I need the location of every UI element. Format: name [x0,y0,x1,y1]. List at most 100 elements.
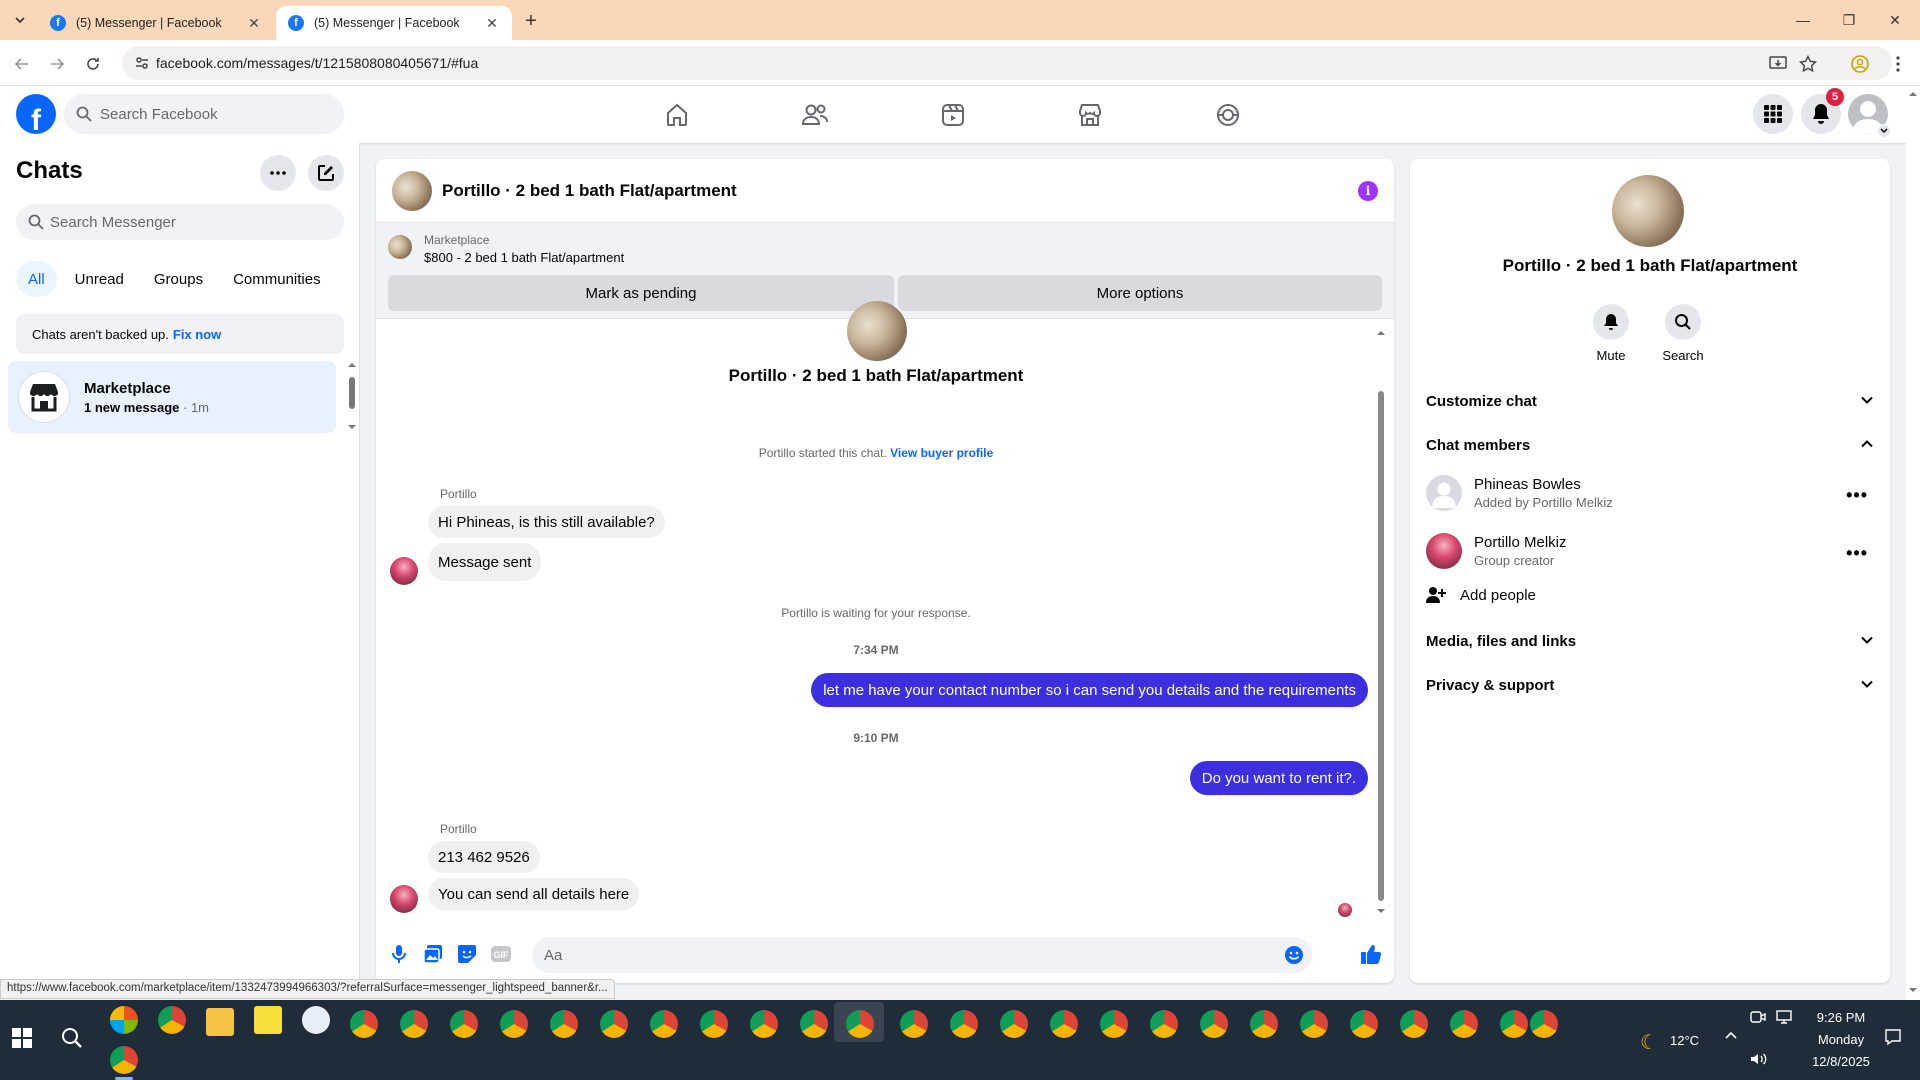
fix-now-link[interactable]: Fix now [173,327,221,342]
chrome-profile-icon[interactable] [500,1010,528,1038]
media-files-links-section[interactable]: Media, files and links [1426,621,1874,661]
copilot-app-icon[interactable] [110,1006,138,1034]
customize-chat-section[interactable]: Customize chat [1426,381,1874,421]
chrome-profile-icon[interactable] [700,1010,728,1038]
incoming-message[interactable]: Hi Phineas, is this still available? [428,506,665,538]
sticker-icon[interactable] [456,943,478,965]
chrome-profile-icon[interactable] [1050,1010,1078,1038]
chrome-profile-icon[interactable] [450,1010,478,1038]
member-options-icon[interactable]: ••• [1846,485,1868,506]
restore-icon[interactable]: ❐ [1826,6,1872,34]
member-row[interactable]: Portillo Melkiz Group creator ••• [1426,525,1874,577]
facebook-logo-icon[interactable]: f [16,94,56,134]
member-row[interactable]: Phineas Bowles Added by Portillo Melkiz … [1426,467,1874,519]
chrome-profile-icon[interactable] [110,1046,138,1074]
close-tab-icon[interactable]: ✕ [484,15,500,31]
listing-title[interactable]: $800 - 2 bed 1 bath Flat/apartment [424,250,624,265]
chrome-profile-icon[interactable] [1530,1010,1558,1038]
bookmark-star-icon[interactable] [1798,54,1818,74]
privacy-support-section[interactable]: Privacy & support [1426,665,1874,705]
file-explorer-icon[interactable] [206,1008,234,1036]
chrome-profile-icon[interactable] [1500,1010,1528,1038]
conversation-title[interactable]: Portillo · 2 bed 1 bath Flat/apartment [442,181,737,201]
clock-day[interactable]: Monday [1806,1032,1876,1047]
browser-menu-icon[interactable] [1888,54,1908,74]
chrome-profile-icon[interactable] [750,1010,778,1038]
clock-time[interactable]: 9:26 PM [1806,1010,1876,1025]
chrome-profile-icon[interactable] [800,1010,828,1038]
mute-button[interactable]: Mute [1576,304,1646,363]
reload-icon[interactable] [80,51,106,77]
windows-start-icon[interactable] [12,1028,32,1048]
outgoing-message[interactable]: Do you want to rent it?. [1189,761,1368,795]
tray-chevron-up-icon[interactable] [1724,1030,1738,1040]
meet-now-icon[interactable] [1750,1010,1766,1024]
filter-all[interactable]: All [16,261,57,297]
portillo-avatar[interactable] [390,885,418,913]
add-people-button[interactable]: Add people [1426,577,1536,613]
chat-members-section[interactable]: Chat members [1426,425,1874,465]
outgoing-message[interactable]: let me have your contact number so i can… [811,673,1368,707]
chat-options-button[interactable] [260,155,296,191]
new-message-button[interactable] [308,155,344,191]
marketplace-icon[interactable] [1075,100,1105,130]
clock-date[interactable]: 12/8/2025 [1806,1054,1876,1069]
chrome-profile-icon[interactable] [1200,1010,1228,1038]
menu-grid-icon[interactable] [1753,94,1793,134]
window-close-icon[interactable]: ✕ [1872,6,1918,34]
chrome-profile-icon[interactable] [650,1010,678,1038]
chrome-profile-icon-active[interactable] [846,1010,874,1038]
chrome-profile-icon[interactable] [1150,1010,1178,1038]
new-tab-icon[interactable]: + [520,10,542,32]
info-icon[interactable]: i [1358,181,1378,201]
portillo-avatar[interactable] [390,557,418,585]
tab-search-icon[interactable] [8,8,32,32]
microphone-icon[interactable] [388,943,410,965]
paint-app-icon[interactable] [302,1006,330,1034]
video-icon[interactable] [938,100,968,130]
conversation-scrollbar[interactable] [1376,327,1386,917]
chrome-profile-icon[interactable] [1000,1010,1028,1038]
chrome-profile-icon[interactable] [550,1010,578,1038]
home-icon[interactable] [662,100,692,130]
taskbar-search-icon[interactable] [60,1026,84,1050]
member-options-icon[interactable]: ••• [1846,543,1868,564]
listing-avatar[interactable] [392,170,432,211]
chat-list-scrollbar[interactable] [348,361,356,431]
install-app-icon[interactable] [1768,54,1788,74]
messenger-search-input[interactable]: Search Messenger [16,204,344,240]
profile-icon[interactable] [1850,54,1870,74]
page-scrollbar[interactable] [1906,86,1920,1000]
chrome-profile-icon[interactable] [1450,1010,1478,1038]
gaming-icon[interactable] [1213,100,1243,130]
mark-as-pending-button[interactable]: Mark as pending [388,275,894,311]
facebook-search-input[interactable]: Search Facebook [64,94,344,134]
network-icon[interactable] [1776,1010,1792,1024]
photo-icon[interactable] [422,943,444,965]
chrome-profile-icon[interactable] [900,1010,928,1038]
browser-tab-2-active[interactable]: f (5) Messenger | Facebook ✕ [276,6,512,40]
chrome-profile-icon[interactable] [600,1010,628,1038]
filter-communities[interactable]: Communities [221,261,333,297]
url-bar[interactable]: facebook.com/messages/t/1215808080405671… [122,46,1892,80]
weather-moon-icon[interactable]: ☾ [1640,1030,1658,1055]
thumbs-up-icon[interactable] [1358,941,1384,967]
view-buyer-profile-link[interactable]: View buyer profile [890,446,993,460]
friends-icon[interactable] [800,100,830,130]
site-info-icon[interactable] [134,55,150,71]
forward-icon[interactable] [44,51,70,77]
incoming-message[interactable]: Message sent [428,543,542,581]
minimize-icon[interactable]: — [1780,6,1826,34]
sticky-notes-icon[interactable] [254,1006,282,1034]
chat-list-item-marketplace[interactable]: Marketplace 1 new message · 1m [8,361,336,433]
volume-icon[interactable] [1750,1052,1768,1066]
gif-icon[interactable]: GIF [490,943,512,965]
chrome-app-icon[interactable] [158,1006,186,1034]
filter-groups[interactable]: Groups [142,261,215,297]
chat-avatar-large[interactable] [1612,175,1684,247]
chrome-profile-icon[interactable] [350,1010,378,1038]
chrome-profile-icon[interactable] [1100,1010,1128,1038]
incoming-message[interactable]: You can send all details here [428,878,640,910]
chrome-profile-icon[interactable] [1250,1010,1278,1038]
more-options-button[interactable]: More options [898,275,1382,311]
